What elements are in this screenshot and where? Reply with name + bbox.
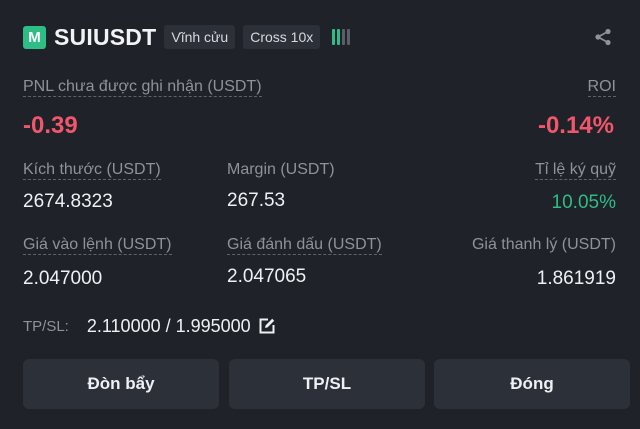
size-value: 2674.8323 [23, 191, 113, 212]
tpsl-label: TP/SL: [23, 317, 69, 335]
roi-label[interactable]: ROI [587, 78, 616, 97]
position-header: M SUIUSDT Vĩnh cửu Cross 10x [23, 24, 351, 51]
margin-label: Margin (USDT) [227, 161, 335, 178]
tpsl-button[interactable]: TP/SL [229, 359, 425, 409]
edit-icon[interactable] [259, 318, 275, 334]
mark-price-label[interactable]: Giá đánh dấu (USDT) [227, 236, 382, 255]
margin-ratio-value: 10.05% [551, 192, 616, 213]
roi-value: -0.14% [537, 112, 614, 139]
margin-ratio-label[interactable]: Tỉ lệ ký quỹ [535, 161, 616, 180]
margin-value: 267.53 [227, 190, 286, 211]
signal-bars-icon [332, 29, 351, 45]
contract-type-tag: Vĩnh cửu [164, 25, 236, 49]
liquidation-price-label: Giá thanh lý (USDT) [471, 236, 616, 253]
tpsl-row: TP/SL: 2.110000 / 1.995000 [23, 315, 275, 337]
size-label[interactable]: Kích thước (USDT) [23, 161, 161, 180]
close-position-button[interactable]: Đóng [434, 359, 630, 409]
tpsl-value: 2.110000 / 1.995000 [86, 315, 251, 336]
entry-price-value: 2.047000 [23, 268, 103, 289]
leverage-button[interactable]: Đòn bẩy [23, 359, 219, 409]
position-card: M SUIUSDT Vĩnh cửu Cross 10x PNL chưa đư… [0, 0, 640, 429]
symbol-title[interactable]: SUIUSDT [54, 24, 156, 51]
mark-price-value: 2.047065 [227, 266, 307, 287]
entry-price-label[interactable]: Giá vào lệnh (USDT) [23, 236, 172, 255]
margin-mode-tag[interactable]: Cross 10x [243, 25, 321, 49]
unrealized-pnl-value: -0.39 [23, 112, 78, 139]
unrealized-pnl-label[interactable]: PNL chưa được ghi nhận (USDT) [23, 78, 262, 97]
market-logo-icon: M [23, 25, 46, 49]
share-icon[interactable] [594, 28, 612, 46]
liquidation-price-value: 1.861919 [536, 268, 616, 289]
